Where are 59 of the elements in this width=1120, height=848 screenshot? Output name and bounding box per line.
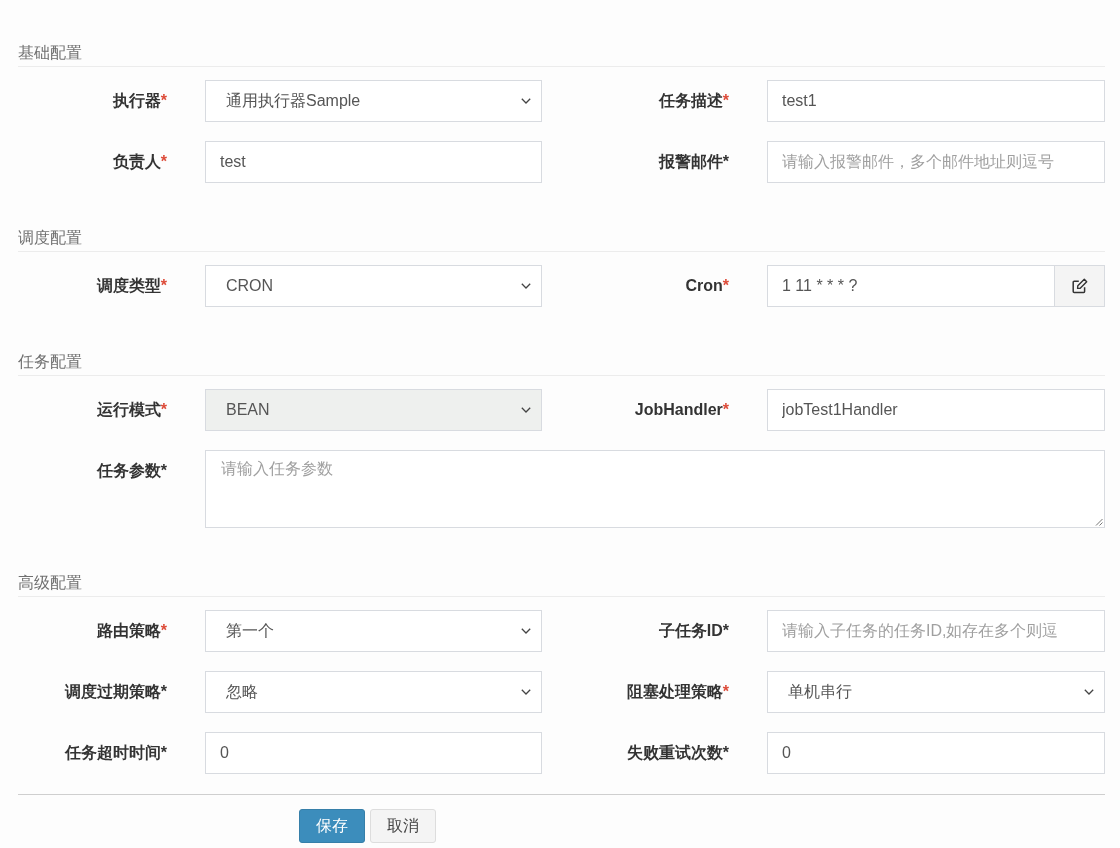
field-label: 路由策略 [96, 621, 161, 641]
required-asterisk: * [160, 152, 167, 172]
field-label: 任务参数 [96, 461, 161, 481]
chevron-down-icon [521, 689, 531, 695]
cancel-button[interactable]: 取消 [370, 809, 436, 843]
field-label: Cron [685, 276, 723, 296]
input-field[interactable]: 0 [205, 732, 542, 774]
field-label: 调度过期策略 [64, 682, 161, 702]
field-label: 报警邮件 [658, 152, 723, 172]
required-asterisk: * [160, 743, 167, 763]
input-field[interactable]: test [205, 141, 542, 183]
select-field[interactable]: CRON [205, 265, 542, 307]
input-field[interactable]: 0 [767, 732, 1105, 774]
required-asterisk: * [160, 461, 167, 481]
required-asterisk: * [722, 276, 729, 296]
required-asterisk: * [160, 682, 167, 702]
select-field[interactable]: 通用执行器Sample [205, 80, 542, 122]
field-label: 调度类型 [96, 276, 161, 296]
required-asterisk: * [722, 621, 729, 641]
required-asterisk: * [160, 91, 167, 111]
section-title: 调度配置 [18, 229, 82, 246]
save-button[interactable]: 保存 [299, 809, 365, 843]
section-title: 任务配置 [18, 353, 82, 370]
required-asterisk: * [722, 152, 729, 172]
select-field[interactable]: 单机串行 [767, 671, 1105, 713]
input-field[interactable]: test1 [767, 80, 1105, 122]
section-title: 基础配置 [18, 44, 82, 61]
field-label: 运行模式 [96, 400, 161, 420]
chevron-down-icon [521, 98, 531, 104]
chevron-down-icon [521, 407, 531, 413]
input-field[interactable]: 请输入报警邮件，多个邮件地址则逗号 [767, 141, 1105, 183]
required-asterisk: * [722, 91, 729, 111]
required-asterisk: * [160, 276, 167, 296]
chevron-down-icon [1084, 689, 1094, 695]
required-asterisk: * [722, 743, 729, 763]
required-asterisk: * [722, 400, 729, 420]
field-label: 负责人 [112, 152, 161, 172]
field-label: JobHandler [634, 400, 723, 420]
required-asterisk: * [160, 621, 167, 641]
field-label: 子任务ID [658, 621, 723, 641]
textarea-field[interactable]: 请输入任务参数 [205, 450, 1105, 528]
field-label: 任务描述 [658, 91, 723, 111]
field-label: 执行器 [112, 91, 161, 111]
section-title: 高级配置 [18, 574, 82, 591]
field-label: 阻塞处理策略 [626, 682, 723, 702]
required-asterisk: * [722, 682, 729, 702]
input-field[interactable]: 1 11 * * * ? [767, 265, 1055, 307]
select-field[interactable]: 第一个 [205, 610, 542, 652]
select-field[interactable]: 忽略 [205, 671, 542, 713]
required-asterisk: * [160, 400, 167, 420]
edit-icon [1071, 278, 1088, 294]
chevron-down-icon [521, 283, 531, 289]
edit-button[interactable] [1055, 265, 1105, 307]
input-field[interactable]: jobTest1Handler [767, 389, 1105, 431]
field-label: 任务超时时间 [64, 743, 161, 763]
chevron-down-icon [521, 628, 531, 634]
field-label: 失败重试次数 [626, 743, 723, 763]
input-field[interactable]: 请输入子任务的任务ID,如存在多个则逗 [767, 610, 1105, 652]
resize-grip-icon[interactable] [1095, 518, 1103, 526]
